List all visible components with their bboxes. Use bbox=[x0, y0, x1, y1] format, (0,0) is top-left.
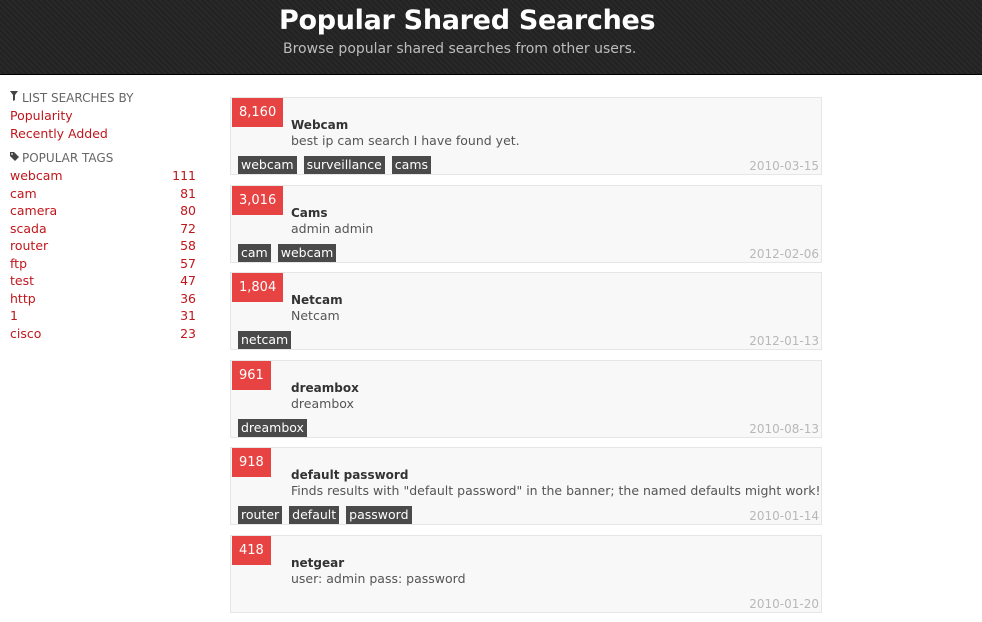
search-title-link[interactable]: dreambox bbox=[291, 381, 359, 395]
popular-tag-name[interactable]: 1 bbox=[10, 307, 18, 325]
search-description: user: admin pass: password bbox=[291, 570, 466, 586]
popular-tag-count: 31 bbox=[180, 308, 196, 323]
search-tag[interactable]: dreambox bbox=[238, 418, 307, 437]
search-tag[interactable]: webcam bbox=[238, 156, 297, 174]
search-description: admin admin bbox=[291, 220, 374, 236]
vote-count-badge[interactable]: 1,804 bbox=[232, 273, 284, 302]
popular-tag-row[interactable]: test 47 bbox=[10, 272, 196, 290]
vote-count-badge[interactable]: 418 bbox=[232, 535, 271, 565]
search-tag[interactable]: cam bbox=[238, 243, 271, 262]
search-tags: dreambox bbox=[238, 418, 307, 437]
search-tags: webcam surveillance cams bbox=[238, 156, 432, 174]
search-title-link[interactable]: Netcam bbox=[291, 293, 343, 307]
popular-tag-name[interactable]: cam bbox=[10, 185, 37, 203]
popular-tag-count: 47 bbox=[180, 273, 196, 288]
search-tags: netcam bbox=[238, 331, 292, 349]
search-tag[interactable]: cams bbox=[391, 156, 432, 174]
popular-tag-name[interactable]: ftp bbox=[10, 255, 27, 273]
search-date: 2010-08-13 bbox=[749, 421, 819, 436]
popular-tag-count: 57 bbox=[180, 255, 196, 271]
popular-tags-list: webcam 111 cam 81 camera 80 scada 72 router 58 ftp… bbox=[10, 167, 196, 342]
search-description: Finds results with "default password" in… bbox=[291, 483, 821, 498]
page-subtitle: Browse popular shared searches from othe… bbox=[283, 41, 637, 57]
search-tags: router default password bbox=[238, 506, 412, 524]
list-searches-label: LIST SEARCHES BY bbox=[22, 91, 134, 105]
search-list: 8,160 Webcam best ip cam search I have fou… bbox=[230, 97, 822, 622]
popular-tag-row[interactable]: webcam 111 bbox=[10, 167, 196, 185]
search-item: 418 netgear user: admin pass: password 2010… bbox=[230, 534, 822, 613]
page-header: Popular Shared Searches Browse popular s… bbox=[0, 0, 982, 75]
popular-tag-count: 80 bbox=[180, 203, 196, 218]
vote-count-badge[interactable]: 3,016 bbox=[232, 185, 284, 215]
search-tags: cam webcam bbox=[238, 243, 337, 262]
search-date: 2012-01-13 bbox=[749, 334, 819, 348]
search-tag[interactable]: netcam bbox=[238, 331, 292, 349]
search-date: 2010-01-14 bbox=[749, 509, 819, 523]
popular-tag-row[interactable]: 1 31 bbox=[10, 307, 196, 325]
search-item: 918 default password Finds results with "d… bbox=[230, 447, 822, 525]
sidebar: LIST SEARCHES BY Popularity Recently Add… bbox=[10, 90, 196, 342]
search-description: best ip cam search I have found yet. bbox=[291, 133, 520, 148]
popular-tag-count: 81 bbox=[180, 185, 196, 201]
filter-icon bbox=[10, 90, 19, 107]
popular-tag-count: 58 bbox=[180, 238, 196, 253]
search-date: 2010-01-20 bbox=[749, 596, 819, 611]
popular-tag-name[interactable]: cisco bbox=[10, 325, 41, 343]
search-description: dreambox bbox=[291, 395, 354, 411]
popular-tag-count: 111 bbox=[172, 168, 196, 183]
popular-tag-name[interactable]: camera bbox=[10, 202, 57, 220]
search-item: 961 dreambox dreambox dreambox 2010-08-13 bbox=[230, 359, 822, 438]
popular-tag-row[interactable]: ftp 57 bbox=[10, 255, 196, 273]
popular-tag-name[interactable]: http bbox=[10, 290, 36, 308]
search-date: 2010-03-15 bbox=[749, 159, 819, 173]
vote-count-badge[interactable]: 918 bbox=[232, 448, 271, 477]
search-title-link[interactable]: default password bbox=[291, 468, 408, 482]
vote-count-badge[interactable]: 8,160 bbox=[232, 98, 284, 127]
popular-tag-name[interactable]: scada bbox=[10, 220, 47, 238]
popular-tag-count: 36 bbox=[180, 290, 196, 306]
popular-tag-row[interactable]: cam 81 bbox=[10, 185, 196, 203]
popular-tag-row[interactable]: router 58 bbox=[10, 237, 196, 255]
popular-tag-count: 23 bbox=[180, 325, 196, 341]
sort-popularity-link[interactable]: Popularity bbox=[10, 107, 196, 125]
page-title: Popular Shared Searches bbox=[279, 5, 656, 36]
popular-tag-name[interactable]: test bbox=[10, 272, 34, 290]
sort-recently-added-link[interactable]: Recently Added bbox=[10, 125, 196, 143]
vote-count-badge[interactable]: 961 bbox=[232, 360, 271, 390]
popular-tag-row[interactable]: cisco 23 bbox=[10, 325, 196, 343]
search-item: 1,804 Netcam Netcam netcam 2012-01-13 bbox=[230, 272, 822, 350]
popular-tag-row[interactable]: http 36 bbox=[10, 290, 196, 308]
search-tag[interactable]: router bbox=[238, 506, 283, 524]
popular-tag-count: 72 bbox=[180, 220, 196, 236]
search-title-link[interactable]: netgear bbox=[291, 556, 344, 570]
search-title-link[interactable]: Cams bbox=[291, 206, 328, 220]
search-item: 3,016 Cams admin admin cam webcam 2012-02-06 bbox=[230, 184, 822, 263]
popular-tag-row[interactable]: camera 80 bbox=[10, 202, 196, 220]
search-title-link[interactable]: Webcam bbox=[291, 118, 348, 132]
popular-tag-row[interactable]: scada 72 bbox=[10, 220, 196, 238]
search-tag[interactable]: surveillance bbox=[303, 156, 385, 174]
search-tag[interactable]: default bbox=[289, 506, 340, 524]
search-date: 2012-02-06 bbox=[749, 246, 819, 261]
list-searches-heading: LIST SEARCHES BY bbox=[10, 90, 196, 107]
search-tag[interactable]: password bbox=[346, 506, 412, 524]
popular-tags-label: POPULAR TAGS bbox=[22, 151, 114, 165]
search-description: Netcam bbox=[291, 308, 340, 323]
popular-tag-name[interactable]: router bbox=[10, 237, 48, 255]
search-item: 8,160 Webcam best ip cam search I have fou… bbox=[230, 97, 822, 175]
popular-tag-name[interactable]: webcam bbox=[10, 167, 63, 185]
search-tag[interactable]: webcam bbox=[277, 243, 337, 262]
popular-tags-heading: POPULAR TAGS bbox=[10, 150, 196, 167]
tag-icon bbox=[10, 150, 19, 167]
